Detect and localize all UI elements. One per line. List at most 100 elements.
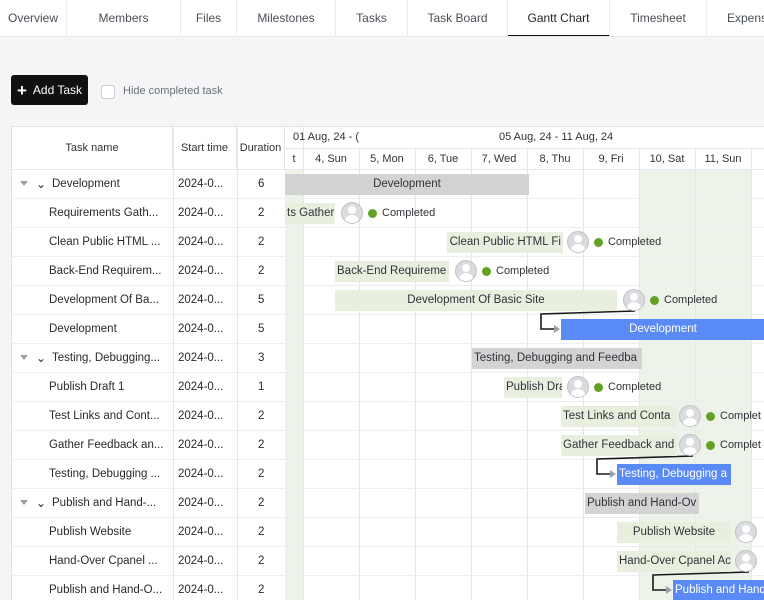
status-label: Completed: [664, 294, 718, 306]
gantt-bar[interactable]: Development: [561, 319, 764, 340]
gantt-bar[interactable]: Clean Public HTML Fi: [447, 232, 563, 253]
tab-tasks[interactable]: Tasks: [336, 0, 408, 36]
status-label: Complet: [720, 410, 761, 422]
status-dot-icon: [706, 412, 715, 421]
task-row[interactable]: Testing, Debugging ... 2024-0... 2: [12, 460, 285, 489]
task-start: 2024-0...: [178, 352, 224, 364]
collapse-caret-icon[interactable]: [20, 500, 28, 505]
task-duration: 3: [258, 352, 265, 364]
task-name: Publish and Hand-O...: [49, 584, 163, 596]
task-start: 2024-0...: [178, 410, 224, 422]
collapse-caret-icon[interactable]: [20, 181, 28, 186]
task-row[interactable]: Back-End Requirem... 2024-0... 2: [12, 257, 285, 286]
tab-gantt-chart[interactable]: Gantt Chart: [508, 0, 610, 36]
gantt-bar[interactable]: Gather Feedback and: [561, 435, 677, 456]
task-duration: 2: [258, 265, 265, 277]
dependency-arrow-icon: [554, 325, 560, 333]
assignee-avatar[interactable]: [735, 521, 757, 543]
gantt-bar[interactable]: Testing, Debugging and Feedba: [472, 348, 642, 369]
column-header-duration[interactable]: Duration: [237, 127, 285, 170]
tab-bar: Overview Members Files Milestones Tasks …: [0, 0, 764, 37]
task-start: 2024-0...: [178, 526, 224, 538]
status-dot-icon: [650, 296, 659, 305]
column-header-start-time[interactable]: Start time: [173, 127, 237, 170]
task-duration: 2: [258, 439, 265, 451]
task-name: Publish Draft 1: [49, 381, 125, 393]
hide-completed-checkbox[interactable]: [101, 85, 115, 99]
add-task-button[interactable]: + Add Task: [11, 75, 88, 105]
assignee-avatar[interactable]: [341, 202, 363, 224]
task-start: 2024-0...: [178, 584, 224, 596]
task-name: Gather Feedback an...: [49, 439, 164, 451]
task-duration: 2: [258, 526, 265, 538]
gantt-bar[interactable]: Hand-Over Cpanel Ac: [617, 551, 731, 572]
status-label: Completed: [496, 265, 550, 277]
task-name: Publish and Hand-...: [52, 497, 157, 509]
task-row[interactable]: Test Links and Cont... 2024-0... 2: [12, 402, 285, 431]
task-duration: 2: [258, 410, 265, 422]
task-group-row[interactable]: ⌄ Development 2024-0... 6: [12, 170, 285, 199]
task-name: Testing, Debugging...: [52, 352, 161, 364]
gantt-bar[interactable]: Publish and Hand: [673, 580, 764, 600]
task-group-row[interactable]: ⌄ Testing, Debugging... 2024-0... 3: [12, 344, 285, 373]
task-name: Test Links and Cont...: [49, 410, 160, 422]
assignee-avatar[interactable]: [623, 289, 645, 311]
gantt-grid: Task name Start time Duration ⌄ Developme…: [11, 126, 764, 600]
status-label: Completed: [608, 381, 662, 393]
gantt-bar[interactable]: Publish and Hand-Ov: [585, 493, 699, 514]
gantt-bar[interactable]: Test Links and Conta: [561, 406, 677, 427]
task-name: Back-End Requirem...: [49, 265, 162, 277]
task-duration: 2: [258, 584, 265, 596]
task-row[interactable]: Gather Feedback an... 2024-0... 2: [12, 431, 285, 460]
hide-completed-label: Hide completed task: [123, 85, 223, 97]
task-row[interactable]: Publish and Hand-O... 2024-0... 2: [12, 576, 285, 600]
task-row[interactable]: Clean Public HTML ... 2024-0... 2: [12, 228, 285, 257]
tab-members[interactable]: Members: [67, 0, 181, 36]
status-dot-icon: [706, 441, 715, 450]
task-group-row[interactable]: ⌄ Publish and Hand-... 2024-0... 2: [12, 489, 285, 518]
status-dot-icon: [482, 267, 491, 276]
column-divider: [237, 127, 238, 600]
task-row[interactable]: Hand-Over Cpanel ... 2024-0... 2: [12, 547, 285, 576]
column-header-task-name[interactable]: Task name: [12, 127, 173, 170]
task-start: 2024-0...: [178, 439, 224, 451]
status-label: Completed: [382, 207, 436, 219]
tab-task-board[interactable]: Task Board: [408, 0, 508, 36]
gantt-bar[interactable]: Publish Dra: [504, 377, 562, 398]
tab-files[interactable]: Files: [181, 0, 237, 36]
chevron-down-icon[interactable]: ⌄: [36, 489, 46, 517]
gantt-bar[interactable]: Back-End Requireme: [335, 261, 449, 282]
gantt-bar[interactable]: Development: [285, 174, 529, 195]
task-row[interactable]: Publish Draft 1 2024-0... 1: [12, 373, 285, 402]
task-name: Hand-Over Cpanel ...: [49, 555, 158, 567]
assignee-avatar[interactable]: [567, 376, 589, 398]
tab-timesheet[interactable]: Timesheet: [610, 0, 707, 36]
task-row[interactable]: Development Of Ba... 2024-0... 5: [12, 286, 285, 315]
status-dot-icon: [594, 238, 603, 247]
gantt-bar[interactable]: Development Of Basic Site: [335, 290, 617, 311]
chevron-down-icon[interactable]: ⌄: [36, 170, 46, 198]
task-row[interactable]: Development 2024-0... 5: [12, 315, 285, 344]
tab-overview[interactable]: Overview: [0, 0, 67, 36]
collapse-caret-icon[interactable]: [20, 355, 28, 360]
assignee-avatar[interactable]: [455, 260, 477, 282]
task-row[interactable]: Publish Website 2024-0... 2: [12, 518, 285, 547]
assignee-avatar[interactable]: [735, 550, 757, 572]
task-start: 2024-0...: [178, 236, 224, 248]
tab-expenses[interactable]: Expens: [707, 0, 764, 36]
task-row[interactable]: Requirements Gath... 2024-0... 2: [12, 199, 285, 228]
assignee-avatar[interactable]: [567, 231, 589, 253]
assignee-avatar[interactable]: [679, 434, 701, 456]
gantt-bar[interactable]: Testing, Debugging a: [617, 464, 731, 485]
gantt-bar[interactable]: ts Gather: [285, 203, 335, 224]
task-start: 2024-0...: [178, 555, 224, 567]
column-divider: [173, 127, 174, 600]
task-name: Development: [52, 178, 120, 190]
tab-milestones[interactable]: Milestones: [237, 0, 336, 36]
assignee-avatar[interactable]: [679, 405, 701, 427]
chevron-down-icon[interactable]: ⌄: [36, 344, 46, 372]
task-start: 2024-0...: [178, 323, 224, 335]
task-start: 2024-0...: [178, 207, 224, 219]
gantt-bar[interactable]: Publish Website: [617, 522, 731, 543]
task-start: 2024-0...: [178, 265, 224, 277]
